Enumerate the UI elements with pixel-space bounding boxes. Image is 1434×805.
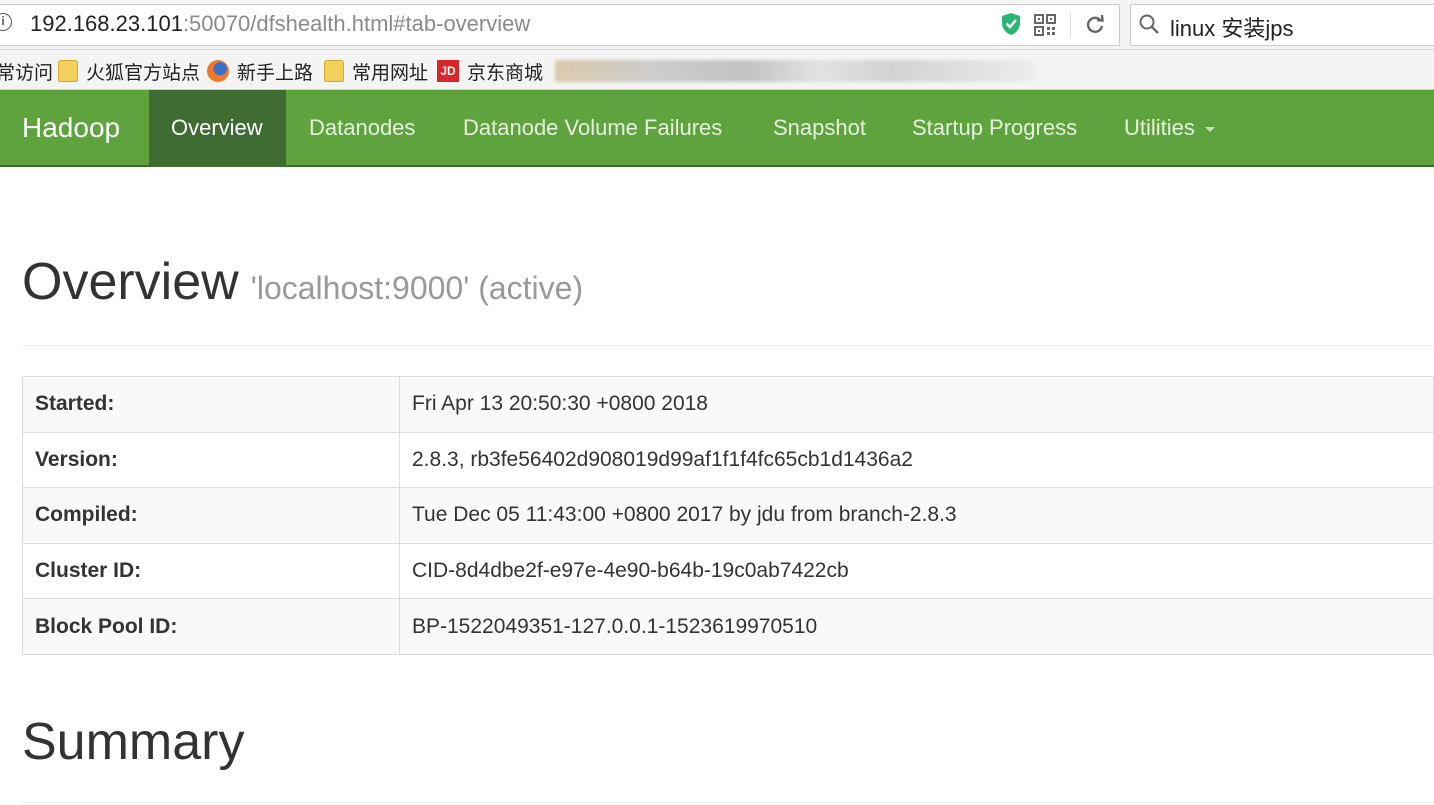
overview-table: Started: Fri Apr 13 20:50:30 +0800 2018 … <box>22 376 1434 655</box>
bookmark-common-sites[interactable]: 常用网址 <box>324 59 429 84</box>
shield-icon[interactable] <box>1001 12 1021 36</box>
tab-utilities[interactable]: Utilities <box>1102 90 1237 165</box>
row-key: Cluster ID: <box>22 542 400 600</box>
table-row: Block Pool ID: BP-1522049351-127.0.0.1-1… <box>22 598 1434 655</box>
row-value: Tue Dec 05 11:43:00 +0800 2017 by jdu fr… <box>399 487 1434 544</box>
url-text[interactable]: 192.168.23.101:50070/dfshealth.html#tab-… <box>30 11 530 37</box>
tab-snapshot[interactable]: Snapshot <box>751 90 888 165</box>
firefox-icon <box>207 60 229 82</box>
jd-icon: JD <box>437 60 459 82</box>
tab-datanodes[interactable]: Datanodes <box>287 90 437 165</box>
tab-utilities-label: Utilities <box>1124 115 1195 140</box>
bookmark-jd[interactable]: JD 京东商城 <box>437 59 544 84</box>
search-input[interactable]: linux 安装jps <box>1170 11 1293 43</box>
hadoop-navbar: Hadoop Overview Datanodes Datanode Volum… <box>0 90 1434 167</box>
bookmark-label: 京东商城 <box>467 62 544 84</box>
navbar-brand[interactable]: Hadoop <box>22 112 120 144</box>
toolbar-divider <box>1070 12 1071 38</box>
tab-datanode-volume-failures[interactable]: Datanode Volume Failures <box>441 90 744 165</box>
row-value: BP-1522049351-127.0.0.1-1523619970510 <box>399 598 1434 655</box>
table-row: Started: Fri Apr 13 20:50:30 +0800 2018 <box>22 376 1434 433</box>
bookmark-getting-started[interactable]: 新手上路 <box>207 59 314 84</box>
row-key: Version: <box>22 431 400 489</box>
folder-icon <box>58 60 78 82</box>
summary-title: Summary <box>22 713 245 771</box>
url-host: 192.168.23.101 <box>30 11 183 36</box>
bookmark-label: 常访问 <box>0 62 54 84</box>
namenode-status: 'localhost:9000' (active) <box>250 270 584 306</box>
overview-title: Overview <box>22 253 239 311</box>
bookmark-label: 新手上路 <box>237 62 314 84</box>
divider <box>22 345 1434 346</box>
table-row: Cluster ID: CID-8d4dbe2f-e97e-4e90-b64b-… <box>22 542 1434 600</box>
browser-toolbar: i 192.168.23.101:50070/dfshealth.html#ta… <box>0 0 1434 50</box>
bookmark-firefox-official[interactable]: 火狐官方站点 <box>58 59 201 84</box>
caret-down-icon <box>1204 126 1215 132</box>
table-row: Compiled: Tue Dec 05 11:43:00 +0800 2017… <box>22 487 1434 544</box>
bookmark-most-visited[interactable]: 常访问 <box>0 59 54 84</box>
table-row: Version: 2.8.3, rb3fe56402d908019d99af1f… <box>22 431 1434 489</box>
row-value: 2.8.3, rb3fe56402d908019d99af1f1f4fc65cb… <box>399 431 1434 489</box>
bookmark-label: 火狐官方站点 <box>86 62 201 84</box>
row-key: Block Pool ID: <box>22 598 400 655</box>
row-value: CID-8d4dbe2f-e97e-4e90-b64b-19c0ab7422cb <box>399 542 1434 600</box>
reload-icon[interactable] <box>1084 13 1106 35</box>
qr-code-icon[interactable] <box>1034 14 1056 36</box>
bookmark-label: 常用网址 <box>352 62 429 84</box>
blurred-bookmarks <box>555 60 1035 82</box>
divider <box>22 802 1434 803</box>
search-icon <box>1139 14 1159 34</box>
url-path: :50070/dfshealth.html#tab-overview <box>182 11 531 36</box>
row-key: Compiled: <box>22 487 400 544</box>
page-title: Overview 'localhost:9000' (active) <box>22 252 583 312</box>
row-value: Fri Apr 13 20:50:30 +0800 2018 <box>399 376 1434 433</box>
row-key: Started: <box>22 376 400 433</box>
tab-overview[interactable]: Overview <box>149 90 286 165</box>
folder-icon <box>324 60 344 82</box>
tab-startup-progress[interactable]: Startup Progress <box>890 90 1099 165</box>
